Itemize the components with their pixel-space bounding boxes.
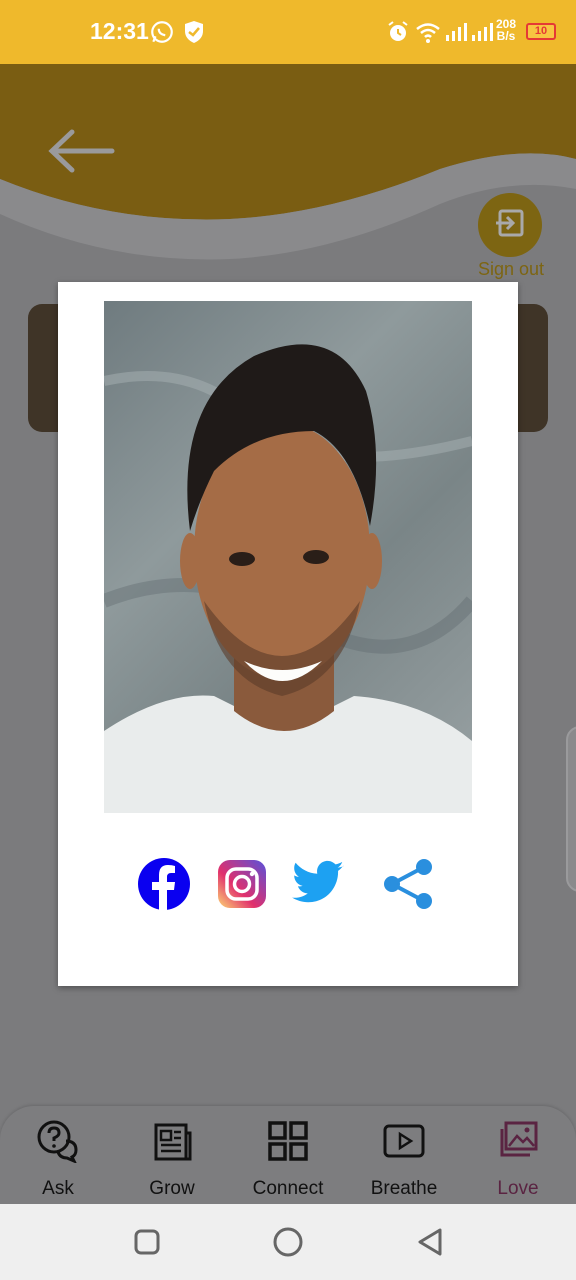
home-icon[interactable] [270, 1224, 306, 1260]
twitter-icon[interactable] [290, 856, 346, 912]
grid-icon [265, 1118, 311, 1164]
whatsapp-icon [148, 18, 176, 46]
network-speed-unit: B/s [496, 29, 516, 43]
nav-label: Ask [42, 1178, 74, 1199]
share-icon[interactable] [380, 856, 436, 912]
wifi-icon [414, 18, 442, 46]
recent-apps-icon[interactable] [129, 1224, 165, 1260]
nav-label: Connect [252, 1178, 324, 1199]
signout-button[interactable] [478, 193, 542, 257]
signal-icon [468, 18, 496, 46]
profile-photo [104, 301, 472, 813]
shield-check-icon [180, 18, 208, 46]
play-icon [381, 1118, 427, 1164]
back-icon[interactable] [412, 1224, 448, 1260]
newspaper-icon [149, 1118, 195, 1164]
bottom-navigation: Ask Grow Connect Breathe Love [0, 1106, 576, 1206]
system-navigation-bar [0, 1204, 576, 1280]
nav-label: Breathe [370, 1178, 438, 1199]
nav-item-grow[interactable]: Grow [117, 1118, 227, 1204]
profile-dialog [58, 282, 518, 986]
nav-label: Love [497, 1178, 539, 1199]
nav-item-ask[interactable]: Ask [3, 1118, 113, 1204]
gallery-icon [495, 1118, 541, 1164]
status-bar: 12:31 208 B/s 10 [0, 0, 576, 64]
alarm-icon [384, 18, 412, 46]
arrow-left-icon[interactable] [44, 128, 116, 174]
nav-label: Grow [149, 1178, 195, 1199]
status-time: 12:31 [90, 18, 149, 44]
social-share-row [136, 856, 440, 916]
signout-label[interactable]: Sign out [466, 259, 556, 280]
nav-item-connect[interactable]: Connect [233, 1118, 343, 1204]
network-speed: 208 B/s [496, 18, 516, 42]
instagram-icon[interactable] [214, 856, 270, 912]
signal-icon [442, 18, 470, 46]
nav-item-breathe[interactable]: Breathe [349, 1118, 459, 1204]
battery-indicator: 10 [526, 23, 556, 40]
logout-icon [492, 205, 528, 246]
facebook-icon[interactable] [136, 856, 192, 912]
side-handle[interactable] [566, 726, 576, 892]
nav-item-love[interactable]: Love [463, 1118, 573, 1204]
question-chat-icon [35, 1118, 81, 1164]
